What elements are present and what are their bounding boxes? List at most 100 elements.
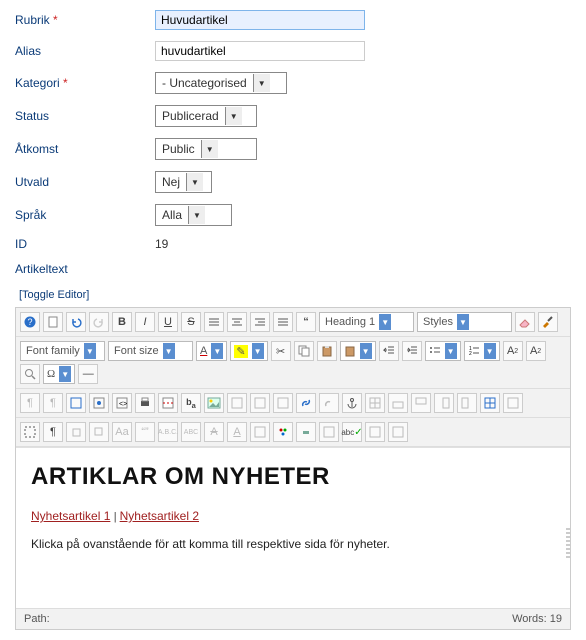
table-delete-icon[interactable] xyxy=(503,393,523,413)
layer-back-icon[interactable] xyxy=(66,422,86,442)
utvald-label: Utvald xyxy=(15,175,155,189)
table-col-after-icon[interactable] xyxy=(457,393,477,413)
del-icon[interactable]: A xyxy=(204,422,224,442)
editor-content-area[interactable]: ARTIKLAR OM NYHETER Nyhetsartikel 1 | Ny… xyxy=(16,447,570,608)
chevron-down-icon: ▼ xyxy=(188,206,205,224)
template-icon[interactable] xyxy=(273,393,293,413)
sprak-select[interactable]: Alla ▼ xyxy=(155,204,232,226)
ins-icon[interactable]: A xyxy=(227,422,247,442)
status-label: Status xyxy=(15,109,155,123)
chevron-down-icon: ▼ xyxy=(225,107,242,125)
toggle-editor-link[interactable]: [Toggle Editor] xyxy=(19,289,89,301)
help-icon[interactable]: ? xyxy=(20,312,40,332)
strike-button[interactable]: S xyxy=(181,312,201,332)
outdent-icon[interactable] xyxy=(379,341,399,361)
paste-icon[interactable] xyxy=(317,341,337,361)
visual-blocks-icon[interactable] xyxy=(20,422,40,442)
content-link-2[interactable]: Nyhetsartikel 2 xyxy=(120,509,199,523)
content-paragraph: Klicka på ovanstående för att komma till… xyxy=(31,537,555,551)
brush-icon[interactable] xyxy=(538,312,558,332)
media-icon[interactable] xyxy=(227,393,247,413)
image-icon[interactable] xyxy=(204,393,224,413)
special-char-select[interactable]: Ω▼ xyxy=(43,364,75,384)
alias-label: Alias xyxy=(15,44,155,58)
id-label: ID xyxy=(15,237,155,251)
quote-insert-icon[interactable]: “” xyxy=(135,422,155,442)
style-props-icon[interactable] xyxy=(273,422,293,442)
table-row-before-icon[interactable] xyxy=(388,393,408,413)
acronym-icon[interactable]: ABC xyxy=(181,422,201,442)
link-icon[interactable] xyxy=(296,393,316,413)
align-justify-icon[interactable] xyxy=(204,312,224,332)
attributes-icon[interactable] xyxy=(250,422,270,442)
kategori-label: Kategori * xyxy=(15,76,155,90)
utvald-select[interactable]: Nej ▼ xyxy=(155,171,212,193)
visualchars-icon[interactable] xyxy=(365,422,385,442)
unlink-icon[interactable] xyxy=(319,393,339,413)
bullet-list-select[interactable]: ▼ xyxy=(425,341,461,361)
spellcheck-icon[interactable]: abc✓ xyxy=(342,422,362,442)
italic-button[interactable]: I xyxy=(135,312,155,332)
cut-icon[interactable]: ✂ xyxy=(271,341,291,361)
bold-button[interactable]: B xyxy=(112,312,132,332)
copy-icon[interactable] xyxy=(294,341,314,361)
paste-mode-select[interactable]: ▼ xyxy=(340,341,376,361)
table-row-after-icon[interactable] xyxy=(411,393,431,413)
number-list-select[interactable]: 12▼ xyxy=(464,341,500,361)
redo-icon[interactable] xyxy=(89,312,109,332)
align-center-icon[interactable] xyxy=(227,312,247,332)
table-insert-icon[interactable] xyxy=(365,393,385,413)
styles-select[interactable]: Styles▼ xyxy=(417,312,512,332)
indent-icon[interactable] xyxy=(402,341,422,361)
align-full-icon[interactable] xyxy=(273,312,293,332)
blockquote-icon[interactable]: “ xyxy=(296,312,316,332)
readmore-icon[interactable] xyxy=(158,393,178,413)
id-value: 19 xyxy=(155,237,168,251)
alias-input[interactable] xyxy=(155,41,365,61)
kategori-select[interactable]: - Uncategorised ▼ xyxy=(155,72,287,94)
highlight-color-picker[interactable]: ✎▼ xyxy=(230,341,267,361)
align-right-icon[interactable] xyxy=(250,312,270,332)
table-col-before-icon[interactable] xyxy=(434,393,454,413)
fullscreen-icon[interactable] xyxy=(66,393,86,413)
object-icon[interactable] xyxy=(250,393,270,413)
abbr-icon[interactable]: A.B.C. xyxy=(158,422,178,442)
para-show-icon[interactable]: ¶ xyxy=(20,393,40,413)
heading-select[interactable]: Heading 1▼ xyxy=(319,312,414,332)
chevron-down-icon: ▼ xyxy=(252,343,264,359)
hr-icon[interactable]: — xyxy=(78,364,98,384)
anchor-text-icon[interactable]: ba xyxy=(181,393,201,413)
source-icon[interactable]: <> xyxy=(112,393,132,413)
preview-icon[interactable] xyxy=(89,393,109,413)
underline-button[interactable]: U xyxy=(158,312,178,332)
status-select[interactable]: Publicerad ▼ xyxy=(155,105,257,127)
editor-toolbar-row-1: ? B I U S “ Heading 1▼ Styles▼ xyxy=(16,308,570,337)
superscript-icon[interactable]: A2 xyxy=(526,341,546,361)
font-size-select[interactable]: Font size▼ xyxy=(108,341,193,361)
print-icon[interactable] xyxy=(135,393,155,413)
chevron-down-icon: ▼ xyxy=(59,366,71,382)
eraser-icon[interactable] xyxy=(515,312,535,332)
rubrik-input[interactable] xyxy=(155,10,365,30)
nbsp-icon[interactable] xyxy=(296,422,316,442)
font-family-select[interactable]: Font family▼ xyxy=(20,341,105,361)
atkomst-select[interactable]: Public ▼ xyxy=(155,138,257,160)
undo-icon[interactable] xyxy=(66,312,86,332)
direction-icon[interactable] xyxy=(388,422,408,442)
emoticon-icon[interactable] xyxy=(319,422,339,442)
para-icon[interactable]: ¶ xyxy=(43,393,63,413)
case-icon[interactable]: Aa xyxy=(112,422,132,442)
subscript-icon[interactable]: A2 xyxy=(503,341,523,361)
text-color-picker[interactable]: A▼ xyxy=(196,341,227,361)
resize-handle[interactable] xyxy=(566,528,571,558)
content-link-1[interactable]: Nyhetsartikel 1 xyxy=(31,509,110,523)
find-icon[interactable] xyxy=(20,364,40,384)
chevron-down-icon: ▼ xyxy=(484,343,496,359)
layer-front-icon[interactable] xyxy=(89,422,109,442)
new-doc-icon[interactable] xyxy=(43,312,63,332)
show-chars-icon[interactable]: ¶ xyxy=(43,422,63,442)
anchor-icon[interactable] xyxy=(342,393,362,413)
chevron-down-icon: ▼ xyxy=(163,343,175,359)
editor-toolbar-row-3: ¶ ¶ <> ba xyxy=(16,389,570,418)
table-icon[interactable] xyxy=(480,393,500,413)
